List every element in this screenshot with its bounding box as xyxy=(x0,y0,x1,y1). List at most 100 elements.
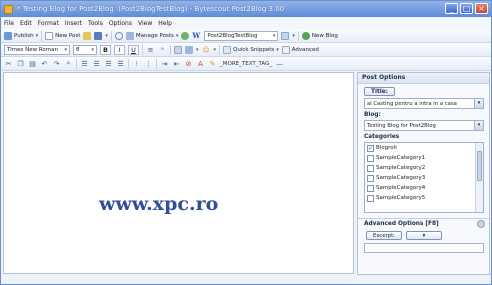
excerpt-button[interactable]: Excerpt: xyxy=(366,231,402,240)
blog-field[interactable]: Testing Blog for Post2Blog ▾ xyxy=(364,120,484,131)
title-section: Title: xyxy=(364,87,489,96)
category-item[interactable]: SampleCategory1 xyxy=(365,153,483,163)
indent-icon[interactable]: ⇥ xyxy=(160,60,169,68)
align-right-icon[interactable]: ☰ xyxy=(104,60,113,68)
new-blog-button[interactable]: New Blog xyxy=(301,31,338,40)
separator xyxy=(128,58,129,69)
copy-icon[interactable]: ❐ xyxy=(16,60,25,68)
underline-button[interactable]: U xyxy=(128,44,139,55)
checkbox[interactable] xyxy=(367,194,374,202)
categories-scrollbar[interactable] xyxy=(475,143,483,212)
blog-select[interactable]: Post2BlogTestBlog ▾ xyxy=(204,30,279,41)
strikethrough-icon[interactable]: ≡ xyxy=(146,46,155,54)
align-left-icon[interactable]: ☰ xyxy=(80,60,89,68)
chevron-down-icon[interactable]: ▾ xyxy=(105,33,108,39)
refresh-icon[interactable] xyxy=(114,31,123,40)
title-button[interactable]: Title: xyxy=(364,87,395,96)
separator xyxy=(297,30,299,41)
categories-label: Categories xyxy=(364,134,400,140)
separator xyxy=(76,58,77,69)
insert-table-icon[interactable] xyxy=(174,45,182,54)
quick-snippets-button[interactable]: Quick Snippets ▾ xyxy=(223,45,279,54)
menu-file[interactable]: File xyxy=(4,20,14,27)
checkbox[interactable] xyxy=(367,184,374,192)
separator xyxy=(156,58,157,69)
category-item[interactable]: ✓ Blogroll xyxy=(365,143,483,153)
chevron-down-icon[interactable]: ▾ xyxy=(292,33,295,39)
font-family-select[interactable]: Times New Roman ▾ xyxy=(4,44,70,55)
open-folder-icon[interactable] xyxy=(83,31,92,40)
chevron-down-icon[interactable]: ▾ xyxy=(474,99,483,108)
chevron-down-icon: ▾ xyxy=(175,32,179,39)
category-item[interactable]: SampleCategory5 xyxy=(365,193,483,203)
save-icon[interactable] xyxy=(94,31,103,40)
title-field[interactable]: al Casting pentru a intra in a casa ▾ xyxy=(364,98,484,109)
advanced-options-label: Advanced Options [F8] xyxy=(364,221,439,227)
chevron-down-icon[interactable]: ▾ xyxy=(196,47,199,53)
redo-icon[interactable]: ↷ xyxy=(52,60,61,68)
minimize-button[interactable]: _ xyxy=(445,3,458,14)
menu-help[interactable]: Help xyxy=(158,20,172,27)
checkbox[interactable] xyxy=(367,154,374,162)
blog-settings-icon[interactable] xyxy=(281,31,290,40)
emoticon-icon[interactable]: ☺ xyxy=(202,46,211,54)
checkbox[interactable] xyxy=(367,174,374,182)
font-size-select[interactable]: 8 ▾ xyxy=(73,44,97,55)
checkbox[interactable] xyxy=(367,164,374,172)
excerpt-field[interactable] xyxy=(364,243,484,253)
category-item[interactable]: SampleCategory3 xyxy=(365,173,483,183)
window-title: * Testing Blog for Post2Blog :(Post2Blog… xyxy=(17,5,285,13)
blog-select-value: Post2BlogTestBlog xyxy=(207,32,258,39)
category-item[interactable]: SampleCategory4 xyxy=(365,183,483,193)
horizontal-rule-icon[interactable]: — xyxy=(275,60,284,68)
advanced-options-header[interactable]: Advanced Options [F8] xyxy=(358,218,489,229)
bulleted-list-icon[interactable]: ⁝ xyxy=(132,60,141,68)
window-controls: _ □ × xyxy=(445,3,488,14)
maximize-button[interactable]: □ xyxy=(460,3,473,14)
chevron-down-icon[interactable]: ▾ xyxy=(474,121,483,130)
cut-icon[interactable]: ✂ xyxy=(4,60,13,68)
category-label: SampleCategory1 xyxy=(376,155,426,161)
post-editor[interactable]: www.xpc.ro xyxy=(3,72,354,274)
new-post-button[interactable]: New Post xyxy=(45,31,80,40)
outdent-icon[interactable]: ⇤ xyxy=(172,60,181,68)
more-tag-button[interactable]: _MORE_TEXT_TAG_ xyxy=(220,61,272,67)
justify-icon[interactable]: ☰ xyxy=(116,60,125,68)
undo-icon[interactable]: ↶ xyxy=(40,60,49,68)
menu-format[interactable]: Format xyxy=(38,20,59,27)
scrollbar-thumb[interactable] xyxy=(477,151,482,181)
highlight-icon[interactable]: ✎ xyxy=(208,60,217,68)
manage-posts-button[interactable]: Manage Posts ▾ xyxy=(125,31,179,40)
align-center-icon[interactable]: ☰ xyxy=(92,60,101,68)
collapse-icon[interactable] xyxy=(477,220,485,228)
options-dropdown[interactable]: ▾ xyxy=(406,231,442,240)
close-button[interactable]: × xyxy=(475,3,488,14)
insert-image-icon[interactable] xyxy=(185,45,193,54)
menu-insert[interactable]: Insert xyxy=(65,20,82,27)
font-color-icon[interactable]: A xyxy=(196,60,205,68)
italic-button[interactable]: I xyxy=(114,44,125,55)
menu-options[interactable]: Options xyxy=(109,20,132,27)
category-item[interactable]: SampleCategory2 xyxy=(365,163,483,173)
category-label: SampleCategory3 xyxy=(376,175,426,181)
edit-toolbar: ✂ ❐ ▤ ↶ ↷ ⌕ ☰ ☰ ☰ ☰ ⁝ ⋮ ⇥ ⇤ ⊘ A ✎ _MORE_… xyxy=(1,57,491,71)
advanced-button[interactable]: Advanced xyxy=(281,45,319,54)
superscript-icon[interactable]: ᵃ xyxy=(158,46,167,54)
find-icon[interactable]: ⌕ xyxy=(64,59,73,68)
menu-tools[interactable]: Tools xyxy=(88,20,103,27)
menu-view[interactable]: View xyxy=(138,20,152,27)
wordpress-icon: W xyxy=(192,30,201,40)
globe-icon[interactable] xyxy=(181,31,190,40)
chevron-down-icon[interactable]: ▾ xyxy=(214,47,217,53)
paste-icon[interactable]: ▤ xyxy=(28,60,37,68)
bold-button[interactable]: B xyxy=(100,44,111,55)
app-window: * Testing Blog for Post2Blog :(Post2Blog… xyxy=(0,0,492,285)
menu-edit[interactable]: Edit xyxy=(20,20,32,27)
post-options-header: Post Options xyxy=(358,73,489,84)
checkbox-checked[interactable]: ✓ xyxy=(367,144,374,152)
numbered-list-icon[interactable]: ⋮ xyxy=(144,60,153,68)
link-icon[interactable]: ⊘ xyxy=(184,60,193,68)
manage-posts-label: Manage Posts xyxy=(135,32,174,39)
publish-button[interactable]: Publish ▾ xyxy=(4,31,38,40)
title-bar[interactable]: * Testing Blog for Post2Blog :(Post2Blog… xyxy=(1,1,491,17)
